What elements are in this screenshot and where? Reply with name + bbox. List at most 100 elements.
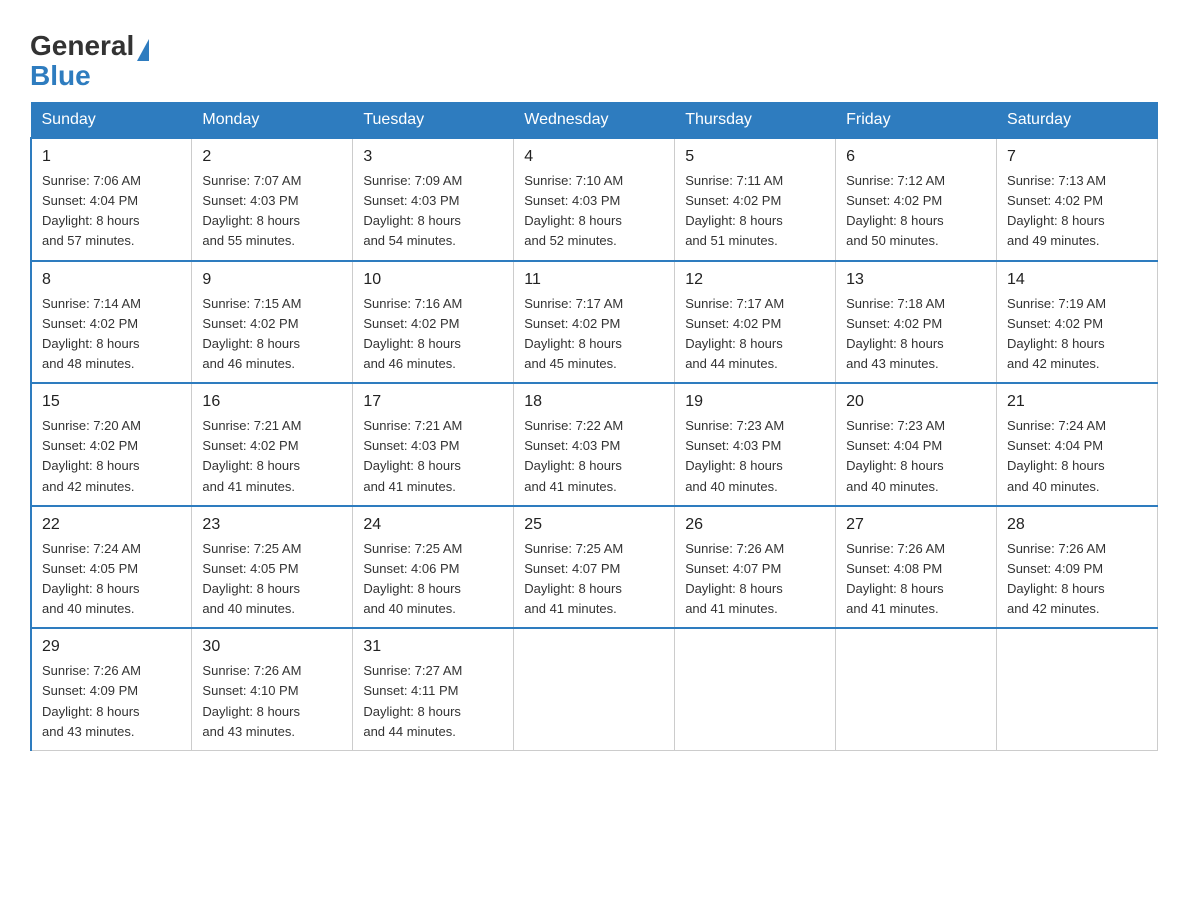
day-info: Sunrise: 7:24 AMSunset: 4:05 PMDaylight:… <box>42 539 181 620</box>
calendar-week-row: 15Sunrise: 7:20 AMSunset: 4:02 PMDayligh… <box>31 383 1158 506</box>
day-number: 11 <box>524 268 664 292</box>
day-info: Sunrise: 7:23 AMSunset: 4:03 PMDaylight:… <box>685 416 825 497</box>
calendar-day-cell: 29Sunrise: 7:26 AMSunset: 4:09 PMDayligh… <box>31 628 192 750</box>
weekday-header-sunday: Sunday <box>31 103 192 139</box>
day-info: Sunrise: 7:09 AMSunset: 4:03 PMDaylight:… <box>363 171 503 252</box>
day-number: 21 <box>1007 390 1147 414</box>
calendar-week-row: 1Sunrise: 7:06 AMSunset: 4:04 PMDaylight… <box>31 138 1158 261</box>
calendar-day-cell: 28Sunrise: 7:26 AMSunset: 4:09 PMDayligh… <box>997 506 1158 629</box>
calendar-day-cell: 25Sunrise: 7:25 AMSunset: 4:07 PMDayligh… <box>514 506 675 629</box>
weekday-header-tuesday: Tuesday <box>353 103 514 139</box>
logo-general-text: General <box>30 30 134 62</box>
day-number: 14 <box>1007 268 1147 292</box>
day-number: 23 <box>202 513 342 537</box>
day-number: 9 <box>202 268 342 292</box>
calendar-day-cell <box>514 628 675 750</box>
calendar-day-cell: 15Sunrise: 7:20 AMSunset: 4:02 PMDayligh… <box>31 383 192 506</box>
calendar-day-cell: 2Sunrise: 7:07 AMSunset: 4:03 PMDaylight… <box>192 138 353 261</box>
day-info: Sunrise: 7:20 AMSunset: 4:02 PMDaylight:… <box>42 416 181 497</box>
day-info: Sunrise: 7:26 AMSunset: 4:08 PMDaylight:… <box>846 539 986 620</box>
day-number: 2 <box>202 145 342 169</box>
day-info: Sunrise: 7:27 AMSunset: 4:11 PMDaylight:… <box>363 661 503 742</box>
day-info: Sunrise: 7:25 AMSunset: 4:05 PMDaylight:… <box>202 539 342 620</box>
calendar-day-cell: 4Sunrise: 7:10 AMSunset: 4:03 PMDaylight… <box>514 138 675 261</box>
day-number: 8 <box>42 268 181 292</box>
day-number: 7 <box>1007 145 1147 169</box>
day-info: Sunrise: 7:18 AMSunset: 4:02 PMDaylight:… <box>846 294 986 375</box>
calendar-day-cell: 22Sunrise: 7:24 AMSunset: 4:05 PMDayligh… <box>31 506 192 629</box>
calendar-day-cell: 21Sunrise: 7:24 AMSunset: 4:04 PMDayligh… <box>997 383 1158 506</box>
calendar-day-cell: 1Sunrise: 7:06 AMSunset: 4:04 PMDaylight… <box>31 138 192 261</box>
day-info: Sunrise: 7:22 AMSunset: 4:03 PMDaylight:… <box>524 416 664 497</box>
day-info: Sunrise: 7:19 AMSunset: 4:02 PMDaylight:… <box>1007 294 1147 375</box>
calendar-day-cell: 17Sunrise: 7:21 AMSunset: 4:03 PMDayligh… <box>353 383 514 506</box>
logo-triangle-icon <box>137 39 149 61</box>
page-header: General Blue <box>30 20 1158 92</box>
calendar-day-cell: 23Sunrise: 7:25 AMSunset: 4:05 PMDayligh… <box>192 506 353 629</box>
day-number: 30 <box>202 635 342 659</box>
calendar-day-cell: 8Sunrise: 7:14 AMSunset: 4:02 PMDaylight… <box>31 261 192 384</box>
day-info: Sunrise: 7:26 AMSunset: 4:07 PMDaylight:… <box>685 539 825 620</box>
day-number: 16 <box>202 390 342 414</box>
day-number: 22 <box>42 513 181 537</box>
day-info: Sunrise: 7:13 AMSunset: 4:02 PMDaylight:… <box>1007 171 1147 252</box>
day-number: 26 <box>685 513 825 537</box>
day-info: Sunrise: 7:17 AMSunset: 4:02 PMDaylight:… <box>685 294 825 375</box>
calendar-table: SundayMondayTuesdayWednesdayThursdayFrid… <box>30 102 1158 751</box>
calendar-week-row: 29Sunrise: 7:26 AMSunset: 4:09 PMDayligh… <box>31 628 1158 750</box>
day-info: Sunrise: 7:15 AMSunset: 4:02 PMDaylight:… <box>202 294 342 375</box>
calendar-day-cell: 5Sunrise: 7:11 AMSunset: 4:02 PMDaylight… <box>675 138 836 261</box>
calendar-day-cell: 6Sunrise: 7:12 AMSunset: 4:02 PMDaylight… <box>836 138 997 261</box>
calendar-day-cell: 12Sunrise: 7:17 AMSunset: 4:02 PMDayligh… <box>675 261 836 384</box>
day-number: 24 <box>363 513 503 537</box>
weekday-header-monday: Monday <box>192 103 353 139</box>
calendar-day-cell: 20Sunrise: 7:23 AMSunset: 4:04 PMDayligh… <box>836 383 997 506</box>
day-number: 28 <box>1007 513 1147 537</box>
day-info: Sunrise: 7:06 AMSunset: 4:04 PMDaylight:… <box>42 171 181 252</box>
day-info: Sunrise: 7:11 AMSunset: 4:02 PMDaylight:… <box>685 171 825 252</box>
day-info: Sunrise: 7:16 AMSunset: 4:02 PMDaylight:… <box>363 294 503 375</box>
calendar-day-cell: 24Sunrise: 7:25 AMSunset: 4:06 PMDayligh… <box>353 506 514 629</box>
calendar-day-cell <box>675 628 836 750</box>
weekday-header-row: SundayMondayTuesdayWednesdayThursdayFrid… <box>31 103 1158 139</box>
calendar-day-cell <box>997 628 1158 750</box>
weekday-header-saturday: Saturday <box>997 103 1158 139</box>
day-number: 6 <box>846 145 986 169</box>
day-number: 29 <box>42 635 181 659</box>
day-number: 25 <box>524 513 664 537</box>
calendar-day-cell <box>836 628 997 750</box>
day-number: 13 <box>846 268 986 292</box>
calendar-day-cell: 9Sunrise: 7:15 AMSunset: 4:02 PMDaylight… <box>192 261 353 384</box>
day-info: Sunrise: 7:10 AMSunset: 4:03 PMDaylight:… <box>524 171 664 252</box>
day-info: Sunrise: 7:26 AMSunset: 4:10 PMDaylight:… <box>202 661 342 742</box>
calendar-day-cell: 30Sunrise: 7:26 AMSunset: 4:10 PMDayligh… <box>192 628 353 750</box>
day-number: 20 <box>846 390 986 414</box>
weekday-header-thursday: Thursday <box>675 103 836 139</box>
day-info: Sunrise: 7:17 AMSunset: 4:02 PMDaylight:… <box>524 294 664 375</box>
day-info: Sunrise: 7:25 AMSunset: 4:07 PMDaylight:… <box>524 539 664 620</box>
calendar-day-cell: 31Sunrise: 7:27 AMSunset: 4:11 PMDayligh… <box>353 628 514 750</box>
weekday-header-friday: Friday <box>836 103 997 139</box>
day-number: 19 <box>685 390 825 414</box>
calendar-day-cell: 27Sunrise: 7:26 AMSunset: 4:08 PMDayligh… <box>836 506 997 629</box>
day-info: Sunrise: 7:24 AMSunset: 4:04 PMDaylight:… <box>1007 416 1147 497</box>
day-number: 17 <box>363 390 503 414</box>
day-number: 3 <box>363 145 503 169</box>
calendar-day-cell: 3Sunrise: 7:09 AMSunset: 4:03 PMDaylight… <box>353 138 514 261</box>
day-number: 4 <box>524 145 664 169</box>
weekday-header-wednesday: Wednesday <box>514 103 675 139</box>
calendar-day-cell: 11Sunrise: 7:17 AMSunset: 4:02 PMDayligh… <box>514 261 675 384</box>
calendar-week-row: 22Sunrise: 7:24 AMSunset: 4:05 PMDayligh… <box>31 506 1158 629</box>
day-number: 15 <box>42 390 181 414</box>
day-number: 31 <box>363 635 503 659</box>
day-info: Sunrise: 7:25 AMSunset: 4:06 PMDaylight:… <box>363 539 503 620</box>
day-info: Sunrise: 7:21 AMSunset: 4:03 PMDaylight:… <box>363 416 503 497</box>
calendar-day-cell: 13Sunrise: 7:18 AMSunset: 4:02 PMDayligh… <box>836 261 997 384</box>
day-number: 10 <box>363 268 503 292</box>
logo-blue-text: Blue <box>30 60 91 92</box>
day-number: 12 <box>685 268 825 292</box>
day-number: 1 <box>42 145 181 169</box>
logo: General Blue <box>30 20 149 92</box>
day-info: Sunrise: 7:12 AMSunset: 4:02 PMDaylight:… <box>846 171 986 252</box>
day-info: Sunrise: 7:26 AMSunset: 4:09 PMDaylight:… <box>42 661 181 742</box>
